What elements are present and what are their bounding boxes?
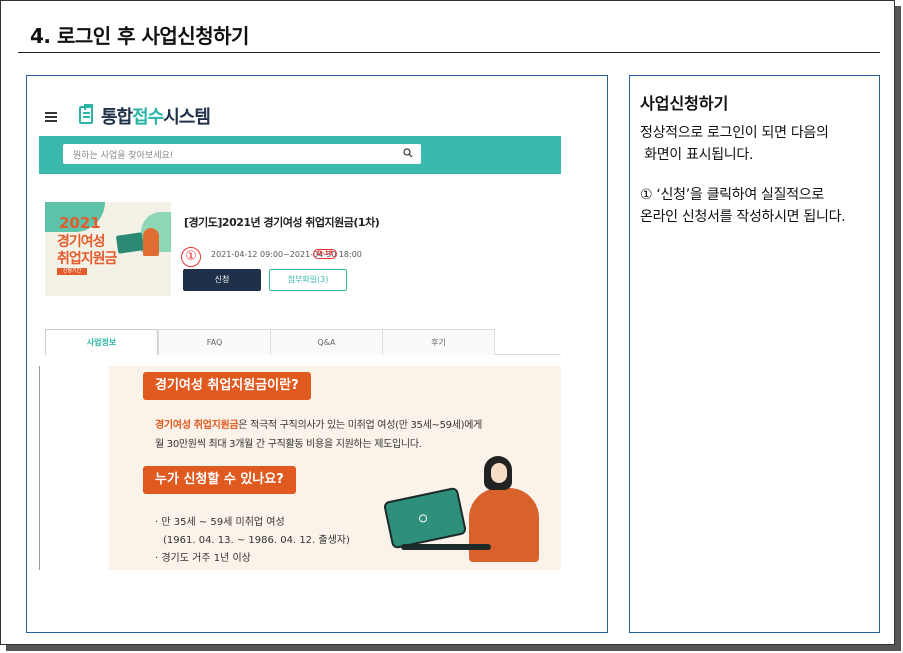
heading-what-is: 경기여성 취업지원금이란? bbox=[143, 372, 311, 400]
menu-icon[interactable] bbox=[45, 112, 57, 122]
instruction-line-2: 화면이 표시됩니다. bbox=[640, 147, 754, 163]
logo-text-part1: 통합 bbox=[101, 107, 133, 128]
program-title[interactable]: [경기도]2021년 경기여성 취업지원금(1차) bbox=[184, 214, 380, 230]
poster-person-illustration bbox=[143, 228, 159, 256]
instruction-title: 사업신청하기 bbox=[640, 94, 729, 113]
eligibility-bullet-2: · 경기도 거주 1년 이상 bbox=[155, 553, 251, 564]
eligibility-bullet-1: · 만 35세 ~ 59세 미취업 여성 bbox=[155, 517, 285, 528]
tab-program-info[interactable]: 사업정보 bbox=[45, 329, 158, 355]
section-title: 4. 로그인 후 사업신청하기 bbox=[30, 24, 249, 48]
laptop-base bbox=[401, 544, 491, 550]
detail-tabs: 사업정보 FAQ Q&A 후기 bbox=[45, 329, 561, 355]
attachments-button[interactable]: 첨부파일(3) bbox=[269, 269, 347, 291]
title-divider bbox=[18, 52, 880, 53]
callout-number-1: ① bbox=[181, 247, 201, 267]
d-day-badge: D-18 bbox=[313, 249, 337, 259]
description-line2: 월 30만원씩 최대 3개월 간 구직활동 비용을 지원하는 제도입니다. bbox=[155, 439, 422, 450]
tab-reviews[interactable]: 후기 bbox=[382, 329, 495, 355]
instruction-panel: 사업신청하기 정상적으로 로그인이 되면 다음의 화면이 표시됩니다. ① ‘신… bbox=[629, 75, 880, 633]
logo-text-part2: 접수 bbox=[132, 107, 164, 128]
heading-who-can-apply: 누가 신청할 수 있나요? bbox=[143, 466, 296, 494]
page-shadow-bottom bbox=[6, 645, 901, 651]
tab-faq[interactable]: FAQ bbox=[158, 329, 271, 355]
clipboard-logo-icon bbox=[79, 104, 93, 124]
description-line1: 경기여성 취업지원금은 적극적 구직의사가 있는 미취업 여성(만 35세~59… bbox=[155, 416, 482, 431]
search-bar-band: 원하는 사업을 찾아보세요! bbox=[39, 136, 561, 174]
laptop-illustration bbox=[382, 486, 468, 550]
screenshot-panel: 통합접수시스템 원하는 사업을 찾아보세요! 2021 경기여성 취업지원금 신… bbox=[26, 75, 608, 633]
eligibility-bullet-1-sub: (1961. 04. 13. ~ 1986. 04. 12. 출생자) bbox=[163, 535, 350, 546]
logo-text-part3: 시스템 bbox=[163, 107, 211, 128]
application-period: 2021-04-12 09:00~2021-04-30 18:00 bbox=[211, 250, 362, 259]
woman-illustration bbox=[469, 488, 539, 562]
poster-laptop-illustration bbox=[115, 232, 145, 254]
apply-button[interactable]: 신청 bbox=[183, 269, 261, 291]
woman-face bbox=[491, 463, 507, 483]
program-poster-thumbnail[interactable]: 2021 경기여성 취업지원금 신청기간 bbox=[45, 202, 171, 296]
instruction-line-4: 온라인 신청서를 작성하시면 됩니다. bbox=[640, 209, 846, 225]
description-rest: 은 적극적 구직의사가 있는 미취업 여성(만 35세~59세)에게 bbox=[238, 420, 483, 431]
description-highlight: 경기여성 취업지원금 bbox=[155, 420, 239, 431]
poster-badge: 신청기간 bbox=[57, 268, 87, 275]
search-icon[interactable] bbox=[403, 148, 413, 158]
app-logo[interactable]: 통합접수시스템 bbox=[101, 103, 211, 129]
poster-line2: 취업지원금 bbox=[57, 251, 117, 267]
tab-qna[interactable]: Q&A bbox=[270, 329, 383, 355]
instruction-line-3: ① ‘신청’을 클릭하여 실질적으로 bbox=[640, 187, 824, 203]
search-placeholder: 원하는 사업을 찾아보세요! bbox=[73, 151, 174, 161]
poster-year: 2021 bbox=[59, 214, 101, 232]
page-shadow-right bbox=[895, 6, 901, 651]
program-info-content: 경기여성 취업지원금이란? 경기여성 취업지원금은 적극적 구직의사가 있는 미… bbox=[39, 366, 561, 570]
instruction-line-1: 정상적으로 로그인이 되면 다음의 bbox=[640, 125, 829, 141]
search-input[interactable]: 원하는 사업을 찾아보세요! bbox=[63, 144, 421, 164]
